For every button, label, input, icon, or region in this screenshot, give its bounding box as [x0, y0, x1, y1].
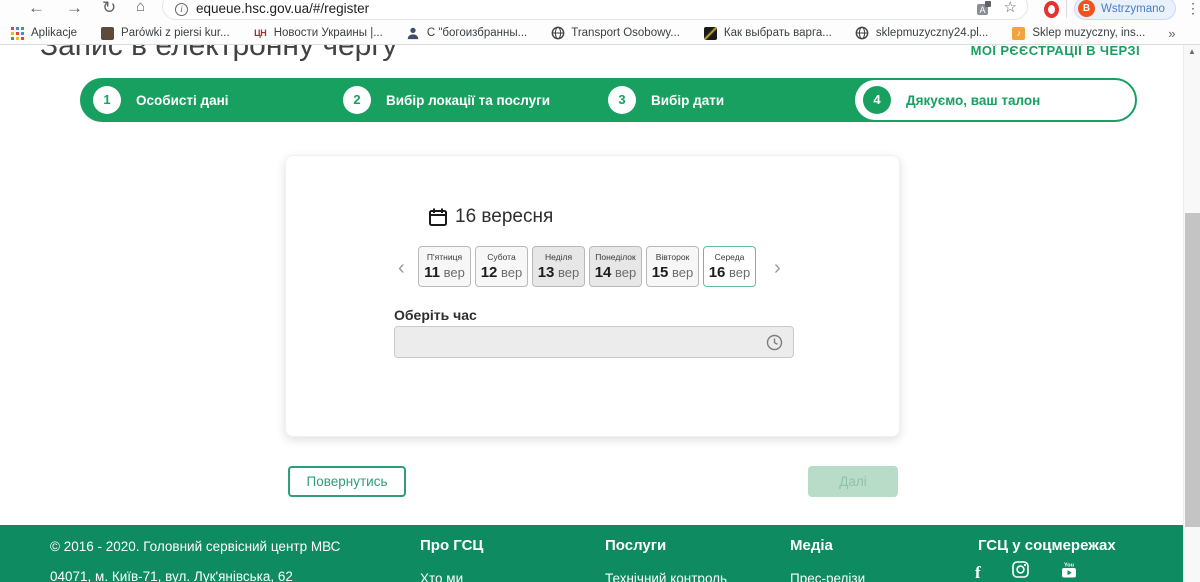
scrollbar[interactable]: ▲ — [1183, 45, 1200, 582]
bookmark-favicon — [100, 26, 115, 41]
scroll-up-button[interactable]: ▲ — [1184, 47, 1200, 56]
footer-col-services-title: Послуги — [605, 537, 667, 554]
selected-date-heading: 16 вересня — [428, 206, 553, 228]
page-title: Запис в електронну чергу — [40, 45, 398, 62]
my-registrations-link[interactable]: МОЇ РЄЄСТРАЦІЇ В ЧЕРЗІ — [971, 45, 1140, 58]
toolbar-divider — [1066, 0, 1067, 18]
time-select-label: Оберіть час — [394, 307, 477, 323]
back-button[interactable]: Повернутись — [288, 466, 406, 497]
bookmark-item[interactable]: С "богоизбранны... — [406, 26, 527, 41]
avatar: B — [1078, 0, 1095, 17]
step-label: Вибір локації та послуги — [386, 92, 551, 108]
day-button-14[interactable]: Понеділок 14 вер — [589, 246, 642, 287]
profile-chip[interactable]: B Wstrzymano — [1074, 0, 1176, 20]
bookmarks-overflow-chevron[interactable]: » — [1168, 26, 1175, 41]
home-icon[interactable]: ⌂ — [136, 0, 145, 15]
bookmark-star-icon[interactable]: ☆ — [1004, 0, 1017, 15]
step-3-date-choice[interactable]: 3 Вибір дати — [595, 86, 875, 114]
day-button-12[interactable]: Субота 12 вер — [475, 246, 528, 287]
back-icon[interactable]: ← — [28, 0, 45, 18]
bookmark-item[interactable]: Transport Osobowy... — [550, 26, 680, 41]
bookmark-favicon: ♪ — [1011, 26, 1026, 41]
browser-window: ← → ↻ ⌂ i equeue.hsc.gov.ua/#/register A… — [0, 0, 1200, 582]
facebook-icon[interactable]: f — [975, 563, 981, 582]
bookmark-item[interactable]: Parówki z piersi kur... — [100, 26, 230, 41]
site-info-icon[interactable]: i — [175, 3, 188, 16]
footer-col-about-title: Про ГСЦ — [420, 537, 484, 554]
globe-icon — [855, 26, 870, 41]
bookmark-item[interactable]: ЦН Новости Украины |... — [253, 26, 383, 41]
refresh-icon[interactable]: ↻ — [102, 0, 116, 18]
extension-icon[interactable] — [1044, 1, 1059, 18]
footer-col-media-title: Медіа — [790, 537, 833, 554]
translate-icon[interactable]: A — [976, 0, 992, 16]
copyright-text: © 2016 - 2020. Головний сервісний центр … — [50, 539, 341, 554]
bookmark-item[interactable]: Как выбрать варга... — [703, 26, 832, 41]
bookmark-favicon — [703, 26, 718, 41]
instagram-icon[interactable] — [1011, 561, 1029, 582]
svg-text:A: A — [979, 5, 985, 15]
bookmarks-bar: Aplikacje Parówki z piersi kur... ЦН Нов… — [0, 22, 1200, 45]
footer: © 2016 - 2020. Головний сервісний центр … — [0, 525, 1183, 582]
step-2-location-service[interactable]: 2 Вибір локації та послуги — [330, 86, 595, 114]
sync-status-label: Wstrzymano — [1101, 2, 1165, 15]
step-number: 1 — [93, 86, 121, 114]
social-icons: f You — [975, 561, 1078, 582]
day-button-16[interactable]: Середа 16 вер — [703, 246, 756, 287]
day-carousel: П'ятниця 11 вер Субота 12 вер Неділя 13 … — [418, 246, 756, 287]
address-bar[interactable]: i equeue.hsc.gov.ua/#/register A ☆ — [162, 0, 1028, 20]
day-button-13[interactable]: Неділя 13 вер — [532, 246, 585, 287]
footer-link-tech-control[interactable]: Технічний контроль — [605, 571, 727, 582]
step-number: 2 — [343, 86, 371, 114]
step-number: 3 — [608, 86, 636, 114]
stepper: 1 Особисті дані 2 Вибір локації та послу… — [80, 78, 875, 122]
next-button[interactable]: Далі — [808, 466, 898, 497]
footer-social-title: ГСЦ у соцмережах — [978, 537, 1116, 554]
carousel-prev-button[interactable]: ‹ — [398, 258, 405, 278]
apps-grid-icon — [10, 26, 25, 41]
bookmark-favicon: ЦН — [254, 28, 267, 38]
forward-icon[interactable]: → — [66, 0, 83, 18]
scrollbar-thumb[interactable] — [1185, 213, 1200, 527]
step-label: Особисті дані — [136, 92, 229, 108]
calendar-icon — [429, 208, 447, 226]
browser-toolbar: ← → ↻ ⌂ i equeue.hsc.gov.ua/#/register A… — [0, 0, 1200, 22]
step-label: Вибір дати — [651, 92, 725, 108]
svg-text:You: You — [1064, 563, 1074, 569]
menu-dots-icon[interactable]: ⋮ — [1186, 0, 1200, 17]
step-4-ticket[interactable]: 4 Дякуємо, ваш талон — [853, 78, 1137, 122]
clock-icon — [766, 334, 783, 351]
url-text: equeue.hsc.gov.ua/#/register — [196, 1, 370, 16]
footer-link-who-we-are[interactable]: Хто ми — [420, 571, 463, 582]
bookmark-item[interactable]: ♪ Sklep muzyczny, ins... — [1011, 26, 1145, 41]
address-text: 04071, м. Київ-71, вул. Лук'янівська, 62 — [50, 569, 293, 582]
carousel-next-button[interactable]: › — [774, 258, 781, 278]
youtube-icon[interactable]: You — [1060, 561, 1078, 582]
bookmark-item[interactable]: sklepmuzyczny24.pl... — [855, 26, 988, 41]
globe-icon — [550, 26, 565, 41]
time-input[interactable] — [394, 326, 794, 358]
page-content: Запис в електронну чергу МОЇ РЄЄСТРАЦІЇ … — [0, 45, 1183, 582]
bookmark-item-apps[interactable]: Aplikacje — [10, 26, 77, 41]
step-number: 4 — [863, 86, 891, 114]
footer-link-press-releases[interactable]: Прес-релізи — [790, 571, 865, 582]
selected-date-text: 16 вересня — [455, 206, 554, 227]
date-time-card: 16 вересня ‹ П'ятниця 11 вер Субота 12 в… — [285, 155, 900, 437]
day-button-11[interactable]: П'ятниця 11 вер — [418, 246, 471, 287]
step-label: Дякуємо, ваш талон — [906, 92, 1041, 108]
step-1-personal-data[interactable]: 1 Особисті дані — [80, 86, 330, 114]
day-button-15[interactable]: Вівторок 15 вер — [646, 246, 699, 287]
person-icon — [406, 26, 421, 41]
